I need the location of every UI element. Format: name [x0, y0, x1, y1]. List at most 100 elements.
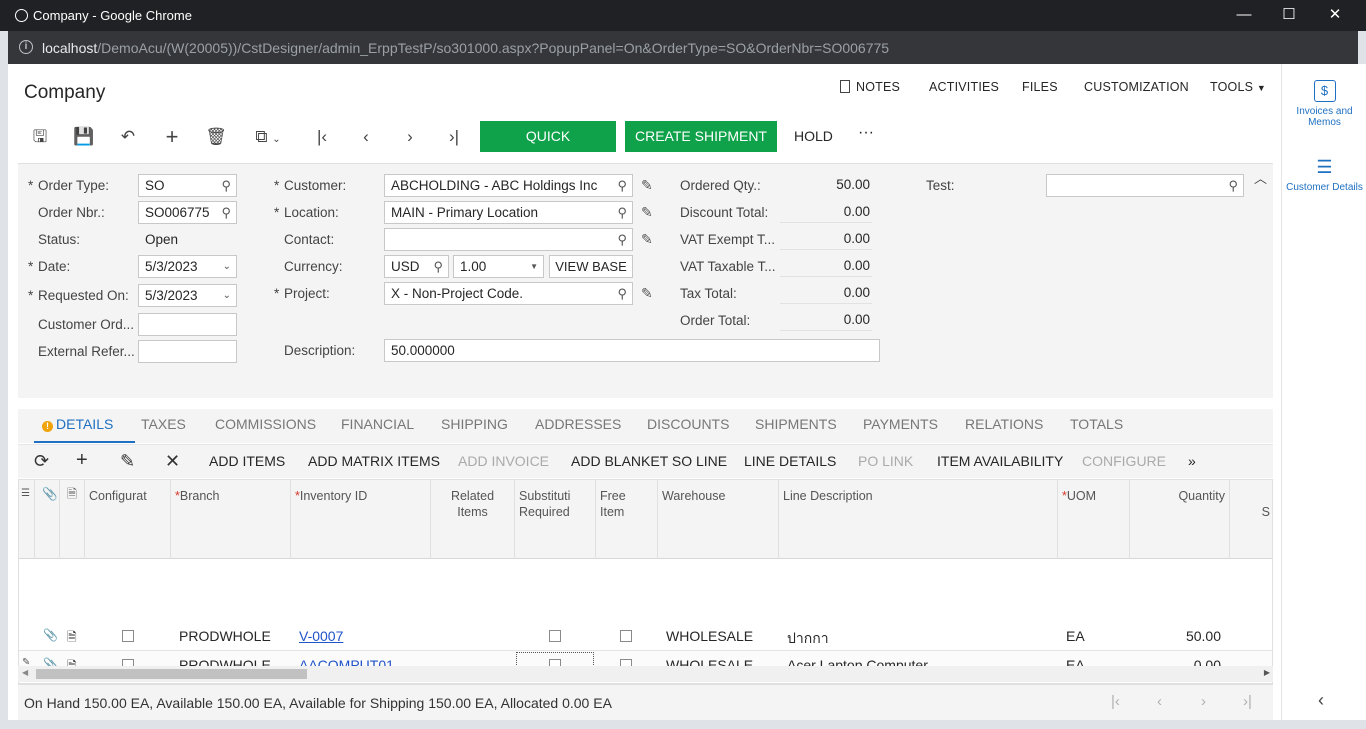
- tab-addresses[interactable]: ADDRESSES: [535, 416, 621, 432]
- tab-taxes[interactable]: TAXES: [141, 416, 186, 432]
- previous-record-icon[interactable]: ‹: [354, 122, 378, 152]
- search-icon[interactable]: ⚲: [221, 175, 231, 196]
- chevron-down-icon[interactable]: ⌄: [223, 285, 231, 306]
- po-link-button[interactable]: PO LINK: [858, 453, 913, 469]
- more-icon[interactable]: ···: [858, 117, 874, 148]
- configurable-checkbox[interactable]: [122, 630, 134, 642]
- edit-icon[interactable]: ✎: [641, 285, 653, 302]
- search-icon[interactable]: ⚲: [433, 256, 443, 277]
- chevron-down-icon[interactable]: ⌄: [223, 256, 231, 277]
- edit-icon[interactable]: ✎: [120, 451, 135, 472]
- column-uom[interactable]: *UOM: [1058, 480, 1130, 559]
- horizontal-scrollbar[interactable]: ◀ ▶: [18, 666, 1273, 682]
- collapse-icon[interactable]: ︿: [1254, 168, 1267, 187]
- first-page-icon[interactable]: |‹: [1111, 693, 1120, 710]
- branch-cell[interactable]: PRODWHOLE: [179, 628, 271, 644]
- add-items-button[interactable]: ADD ITEMS: [209, 453, 285, 469]
- currency-rate-field[interactable]: 1.00 ▼: [453, 255, 544, 278]
- currency-field[interactable]: USD ⚲: [384, 255, 449, 278]
- customer-details-button[interactable]: ☰ Customer Details: [1282, 156, 1366, 193]
- column-free-item[interactable]: Free Item: [596, 480, 658, 559]
- contact-field[interactable]: ⚲: [384, 228, 633, 251]
- column-line-description[interactable]: Line Description: [779, 480, 1058, 559]
- row-selector-header[interactable]: ☰: [19, 480, 35, 559]
- uom-cell[interactable]: EA: [1066, 628, 1085, 644]
- tab-relations[interactable]: RELATIONS: [965, 416, 1043, 432]
- inventory-id-link[interactable]: V-0007: [299, 628, 343, 644]
- search-icon[interactable]: ⚲: [1228, 175, 1238, 196]
- edit-icon[interactable]: ✎: [641, 204, 653, 221]
- free-item-checkbox[interactable]: [620, 630, 632, 642]
- create-shipment-button[interactable]: CREATE SHIPMENT: [625, 121, 777, 152]
- add-row-icon[interactable]: +: [76, 449, 88, 472]
- column-warehouse[interactable]: Warehouse: [658, 480, 779, 559]
- edit-icon[interactable]: ✎: [641, 177, 653, 194]
- item-availability-button[interactable]: ITEM AVAILABILITY: [937, 453, 1063, 469]
- column-branch[interactable]: *Branch: [171, 480, 291, 559]
- notes-button[interactable]: NOTES: [840, 80, 900, 94]
- column-substitution-required[interactable]: Substituti Required: [515, 480, 596, 559]
- previous-page-icon[interactable]: ‹: [1157, 693, 1162, 710]
- add-blanket-so-line-button[interactable]: ADD BLANKET SO LINE: [571, 453, 727, 469]
- tools-menu[interactable]: TOOLS ▼: [1210, 80, 1266, 94]
- search-icon[interactable]: ⚲: [221, 202, 231, 223]
- delete-row-icon[interactable]: ✕: [165, 451, 180, 472]
- next-page-icon[interactable]: ›: [1201, 693, 1206, 710]
- scrollbar-thumb[interactable]: [36, 669, 307, 679]
- external-ref-field[interactable]: [138, 340, 237, 363]
- activities-button[interactable]: ACTIVITIES: [929, 80, 999, 94]
- last-page-icon[interactable]: ›|: [1243, 693, 1252, 710]
- quantity-cell[interactable]: 50.00: [1130, 628, 1221, 644]
- note-icon[interactable]: 🗎: [67, 628, 77, 649]
- delete-icon[interactable]: 🗑: [204, 122, 228, 152]
- customization-button[interactable]: CUSTOMIZATION: [1084, 80, 1189, 94]
- tab-details[interactable]: ! DETAILS: [42, 416, 113, 432]
- url-text[interactable]: localhost/DemoAcu/(W(20005))/CstDesigner…: [42, 40, 889, 56]
- order-nbr-field[interactable]: SO006775 ⚲: [138, 201, 237, 224]
- next-record-icon[interactable]: ›: [398, 122, 422, 152]
- attachment-icon[interactable]: 📎: [43, 628, 58, 642]
- location-field[interactable]: MAIN - Primary Location ⚲: [384, 201, 633, 224]
- hold-button[interactable]: HOLD: [794, 121, 833, 152]
- column-inventory-id[interactable]: *Inventory ID: [291, 480, 431, 559]
- line-details-button[interactable]: LINE DETAILS: [744, 453, 836, 469]
- customer-field[interactable]: ABCHOLDING - ABC Holdings Inc ⚲: [384, 174, 633, 197]
- tab-payments[interactable]: PAYMENTS: [863, 416, 938, 432]
- scroll-left-icon[interactable]: ◀: [22, 668, 28, 677]
- search-icon[interactable]: ⚲: [617, 283, 627, 304]
- caret-down-icon[interactable]: ▼: [530, 256, 538, 277]
- configure-button[interactable]: CONFIGURE: [1082, 453, 1166, 469]
- quick-process-button[interactable]: QUICK PROCESS: [480, 121, 616, 175]
- minimize-button[interactable]: —: [1221, 4, 1267, 26]
- customer-ord-field[interactable]: [138, 313, 237, 336]
- add-icon[interactable]: +: [160, 122, 184, 152]
- scroll-right-icon[interactable]: ▶: [1264, 668, 1270, 677]
- warehouse-cell[interactable]: WHOLESALE: [666, 628, 753, 644]
- close-button[interactable]: ✕: [1312, 4, 1358, 26]
- substitution-required-checkbox[interactable]: [549, 630, 561, 642]
- view-base-button[interactable]: VIEW BASE: [549, 255, 633, 278]
- description-field[interactable]: 50.000000: [384, 339, 880, 362]
- first-record-icon[interactable]: |‹: [310, 122, 334, 152]
- tab-totals[interactable]: TOTALS: [1070, 416, 1123, 432]
- collapse-panel-icon[interactable]: ‹: [1318, 690, 1324, 711]
- column-s[interactable]: S: [1230, 480, 1272, 559]
- column-quantity[interactable]: Quantity: [1130, 480, 1230, 559]
- undo-icon[interactable]: ↶: [116, 122, 140, 152]
- column-configurat[interactable]: Configurat: [85, 480, 171, 559]
- files-button[interactable]: FILES: [1022, 80, 1058, 94]
- search-icon[interactable]: ⚲: [617, 175, 627, 196]
- edit-icon[interactable]: ✎: [641, 231, 653, 248]
- save-icon[interactable]: 💾: [72, 122, 96, 152]
- order-type-field[interactable]: SO ⚲: [138, 174, 237, 197]
- last-record-icon[interactable]: ›|: [442, 122, 466, 152]
- refresh-icon[interactable]: ⟳: [34, 451, 49, 472]
- tab-commissions[interactable]: COMMISSIONS: [215, 416, 316, 432]
- table-row[interactable]: 📎 🗎 PRODWHOLE V-0007 WHOLESALE ปากกา EA …: [19, 622, 1272, 651]
- search-icon[interactable]: ⚲: [617, 202, 627, 223]
- info-icon[interactable]: i: [19, 40, 33, 54]
- search-icon[interactable]: ⚲: [617, 229, 627, 250]
- date-field[interactable]: 5/3/2023 ⌄: [138, 255, 237, 278]
- maximize-button[interactable]: ☐: [1266, 4, 1312, 26]
- project-field[interactable]: X - Non-Project Code. ⚲: [384, 282, 633, 305]
